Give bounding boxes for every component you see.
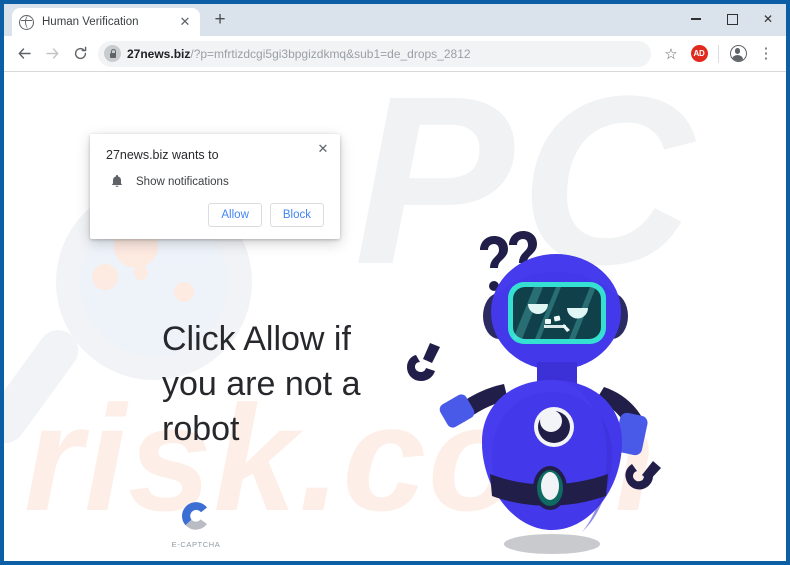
browser-toolbar: 27news.biz/?p=mfrtizdcgi5gi3bpgizdkmq&su… — [4, 36, 786, 72]
bell-icon — [110, 174, 124, 189]
block-button[interactable]: Block — [269, 203, 324, 227]
magnifier-dot — [92, 264, 118, 290]
reload-icon[interactable] — [66, 40, 94, 68]
tab-strip: Human Verification ✕ + ✕ — [4, 4, 786, 36]
browser-window-inner: Human Verification ✕ + ✕ 27news.biz/?p=m… — [4, 4, 786, 561]
lock-icon[interactable] — [104, 45, 121, 62]
forward-icon[interactable] — [38, 40, 66, 68]
robot-chest-light — [540, 410, 562, 432]
magnifier-dot — [134, 266, 148, 280]
globe-icon — [19, 14, 34, 30]
url-path: /?p=mfrtizdcgi5gi3bpgizdkmq&sub1=de_drop… — [190, 46, 471, 61]
adblock-icon[interactable]: AD — [685, 40, 713, 68]
back-icon[interactable] — [10, 40, 38, 68]
toolbar-divider — [718, 44, 719, 63]
captcha-logo: E-CAPTCHA — [167, 496, 225, 549]
new-tab-button[interactable]: + — [209, 9, 231, 31]
maximize-button[interactable] — [714, 4, 750, 34]
tab-title: Human Verification — [42, 16, 139, 28]
popup-title: 27news.biz wants to — [106, 148, 219, 162]
captcha-label: E-CAPTCHA — [171, 540, 221, 549]
robot-shadow — [504, 534, 600, 554]
page-content: PC risk.com Click Allow if you are not a… — [4, 72, 786, 561]
tab-human-verification[interactable]: Human Verification ✕ — [12, 8, 200, 36]
popup-close-icon[interactable]: ✕ — [315, 141, 331, 157]
close-window-button[interactable]: ✕ — [750, 4, 786, 34]
address-bar[interactable]: 27news.biz/?p=mfrtizdcgi5gi3bpgizdkmq&su… — [98, 40, 651, 67]
captcha-c-icon — [176, 496, 216, 536]
magnifier-dot — [174, 282, 194, 302]
popup-permission-label: Show notifications — [136, 175, 229, 188]
allow-button[interactable]: Allow — [208, 203, 262, 227]
popup-permission-row: Show notifications — [106, 174, 324, 189]
tab-close-icon[interactable]: ✕ — [177, 14, 193, 30]
minimize-button[interactable] — [678, 4, 714, 34]
bookmark-star-icon[interactable]: ☆ — [657, 40, 685, 68]
url-host: 27news.biz — [127, 46, 191, 61]
robot-mascot — [404, 212, 694, 561]
magnifier-handle — [4, 322, 87, 451]
url-text: 27news.biz/?p=mfrtizdcgi5gi3bpgizdkmq&su… — [127, 47, 471, 61]
browser-window: Human Verification ✕ + ✕ 27news.biz/?p=m… — [0, 0, 790, 565]
chrome-menu-icon[interactable]: ⋮ — [752, 40, 780, 68]
page-headline: Click Allow if you are not a robot — [162, 320, 361, 448]
robot-belt-gem — [541, 472, 559, 500]
popup-actions: Allow Block — [106, 203, 324, 229]
profile-avatar-icon[interactable] — [724, 40, 752, 68]
window-controls: ✕ — [678, 4, 786, 34]
notification-permission-popup: ✕ 27news.biz wants to Show notifications… — [90, 134, 340, 239]
